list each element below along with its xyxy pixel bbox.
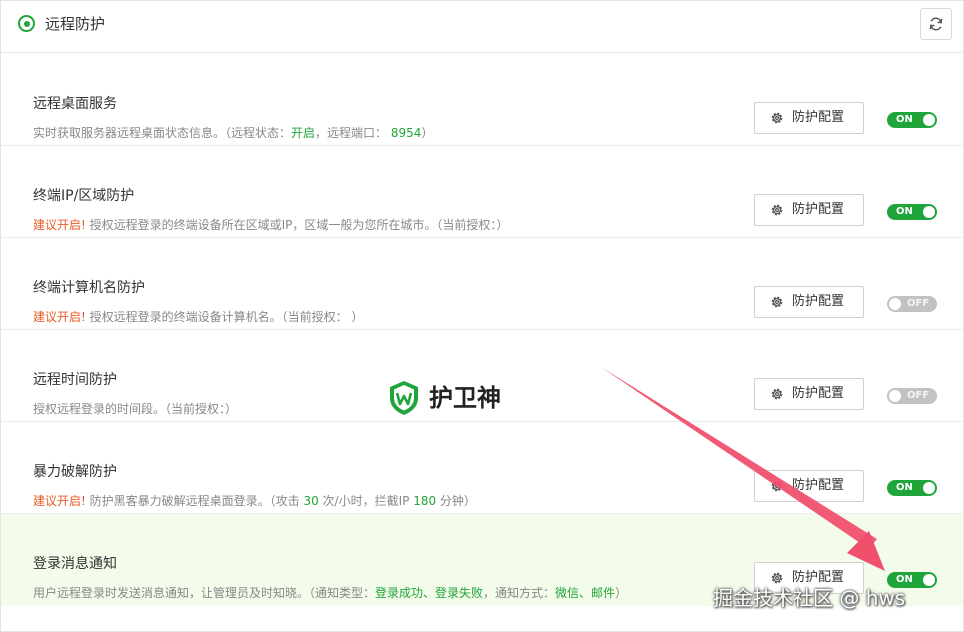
- annotation-arrow: [601, 367, 885, 571]
- corner-watermark: 掘金技术社区 @ hws: [713, 586, 906, 610]
- remote-protection-panel: 远程防护 远程桌面服务 实时获取服务器远程桌面状态信息。（远程状态：开启，远程端口…: [0, 0, 964, 632]
